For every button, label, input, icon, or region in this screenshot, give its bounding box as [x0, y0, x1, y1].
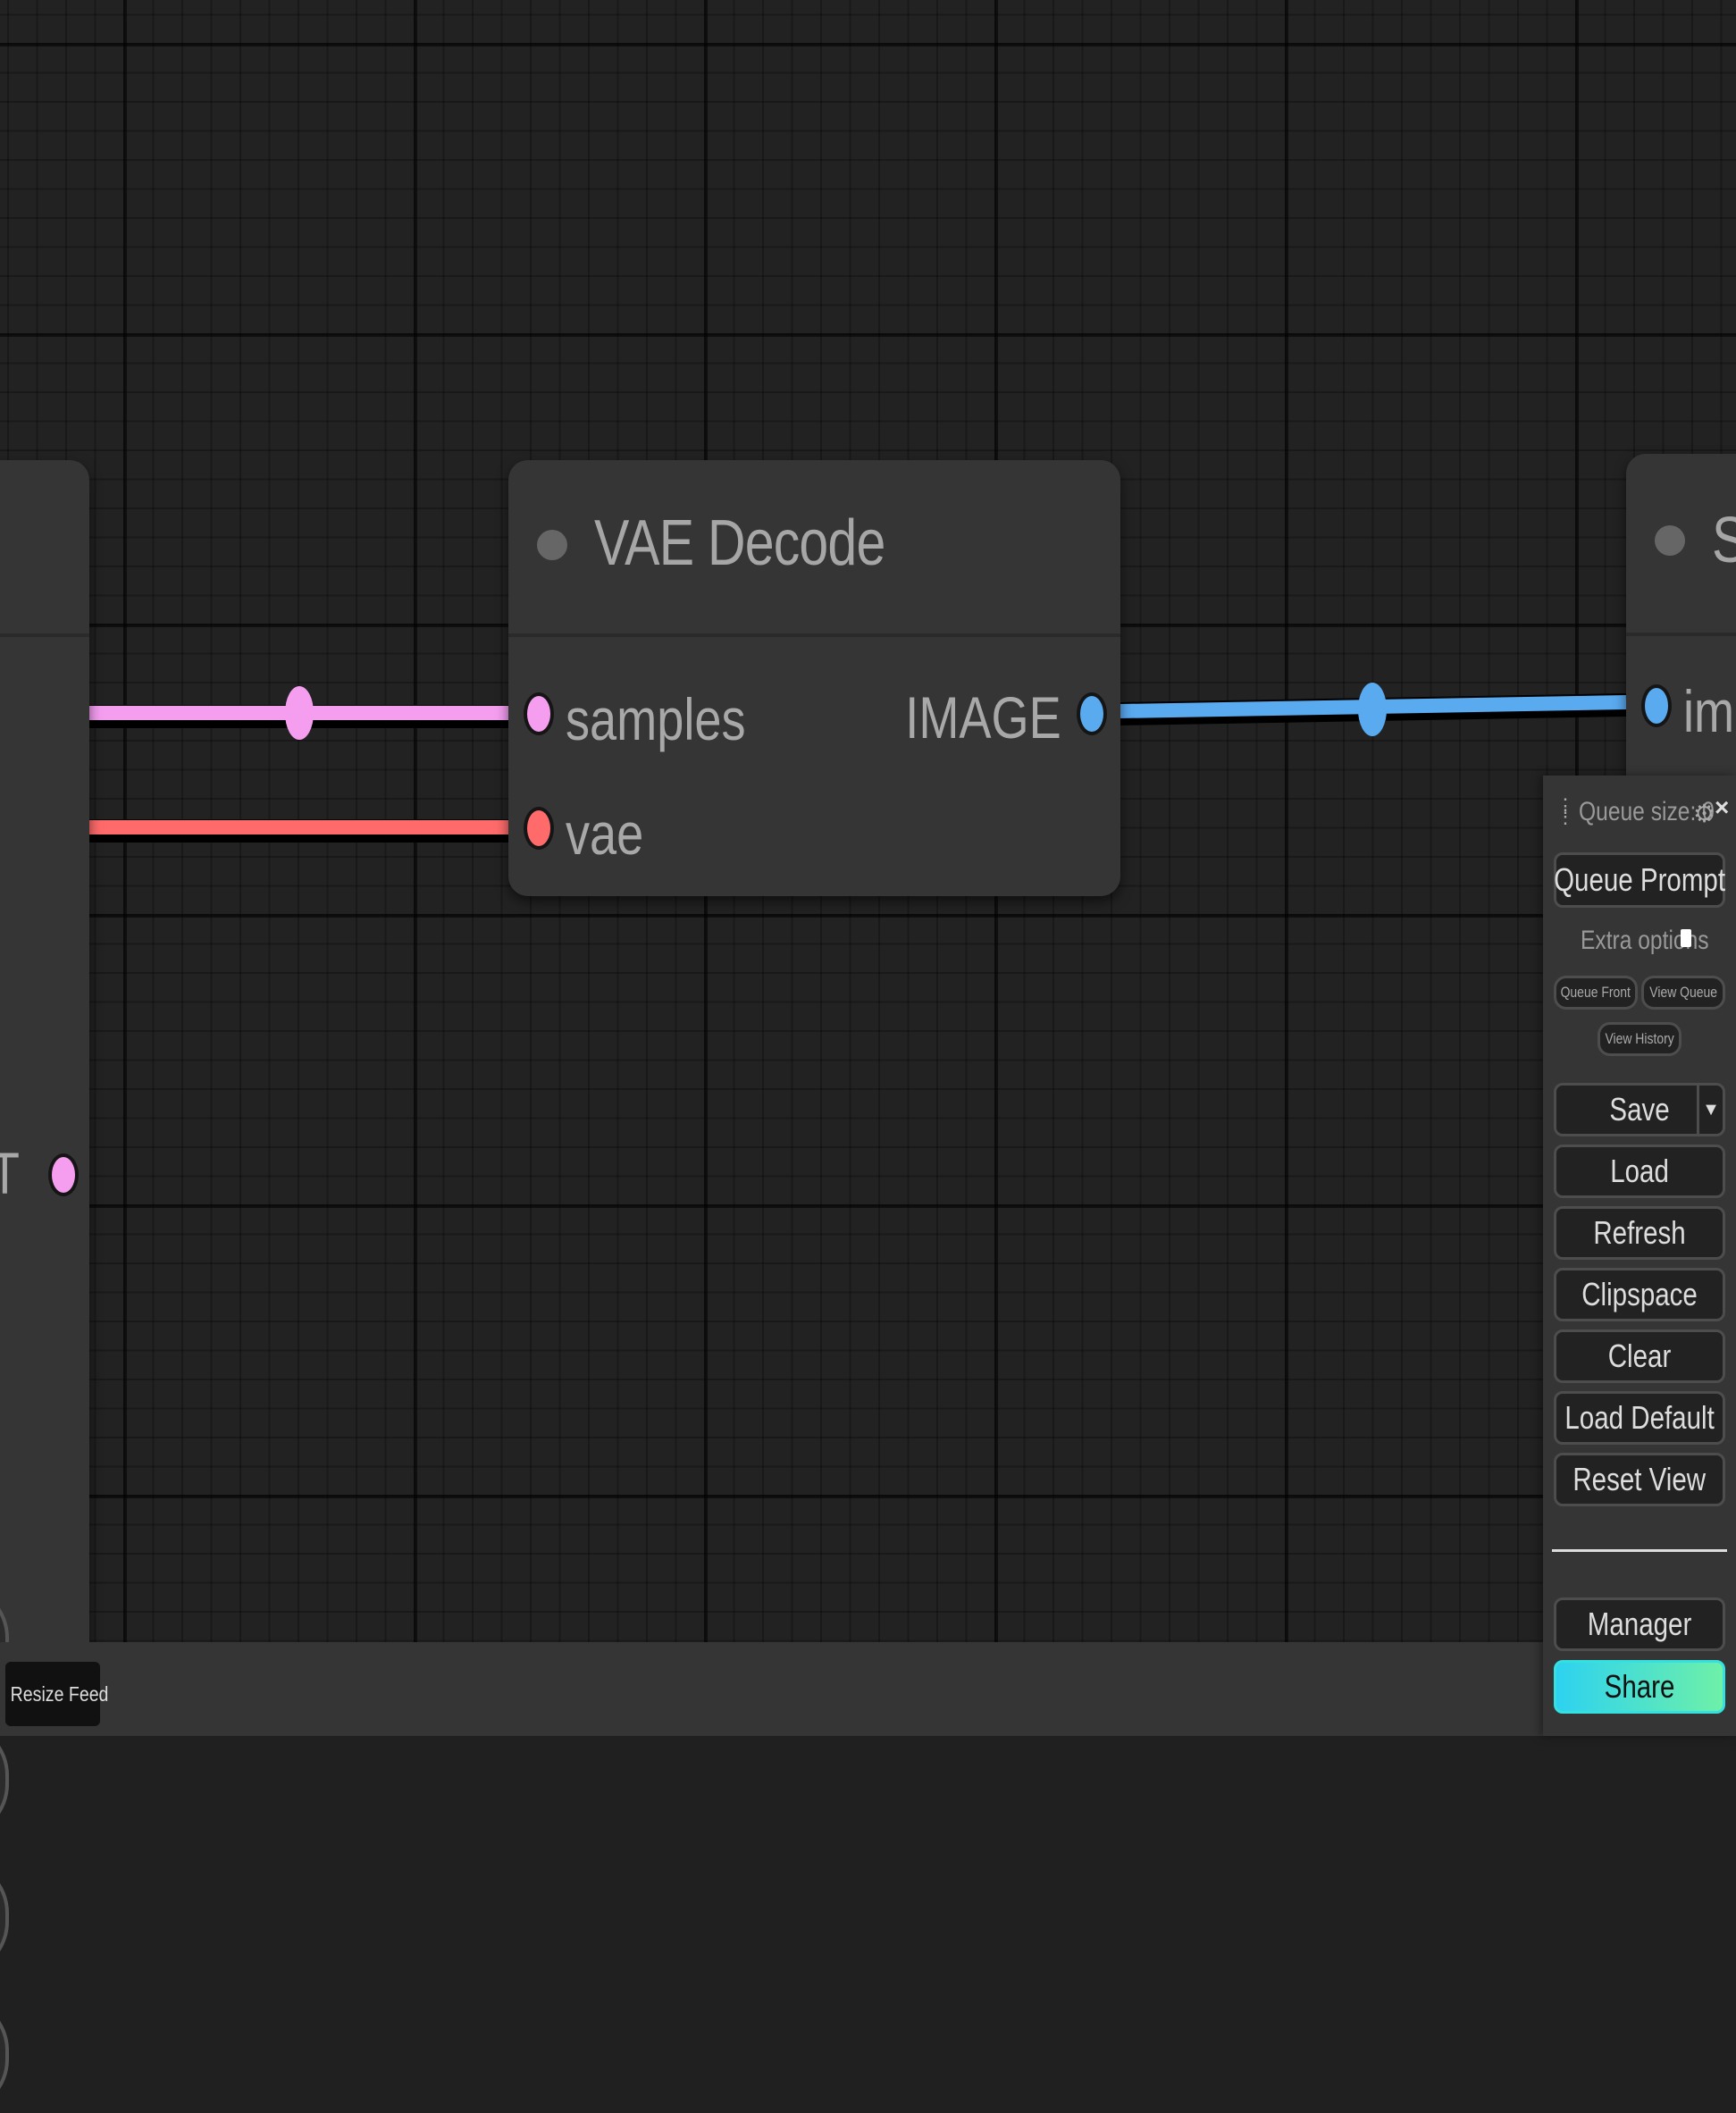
left-node-output-slot[interactable] — [48, 1153, 79, 1196]
manager-label: Manager — [1587, 1606, 1692, 1642]
image-output-slot[interactable] — [1077, 692, 1107, 735]
left-node-title-bar[interactable] — [0, 460, 89, 637]
right-node-title: S — [1712, 504, 1736, 577]
samples-input-slot[interactable] — [524, 692, 554, 735]
refresh-label: Refresh — [1593, 1214, 1686, 1251]
load-default-button[interactable]: Load Default — [1554, 1391, 1725, 1445]
collapse-dot-icon[interactable] — [1655, 525, 1685, 556]
right-node-title-bar[interactable]: S — [1626, 454, 1736, 636]
extra-options-checkbox[interactable] — [1681, 929, 1691, 947]
refresh-button[interactable]: Refresh — [1554, 1206, 1725, 1260]
gear-icon[interactable]: ⚙ — [1693, 799, 1715, 828]
comfy-menu: ⋮ ⋮ Queue size: 0 ⚙ × Queue Prompt Extra … — [1543, 776, 1736, 1736]
queue-front-button[interactable]: Queue Front — [1554, 976, 1638, 1010]
play-arrow-icon — [0, 1759, 9, 1809]
manager-button[interactable]: Manager — [1554, 1597, 1725, 1651]
view-history-button[interactable]: View History — [1598, 1022, 1681, 1056]
samples-input-label: samples — [566, 686, 746, 752]
resize-feed-button[interactable]: ↹ Resize Feed — [5, 1662, 109, 1726]
reset-view-button[interactable]: Reset View — [1554, 1453, 1725, 1506]
node-graph-canvas[interactable]: NT VAE Decode samples vae IMAGE S — [0, 0, 1736, 2113]
node-title: VAE Decode — [594, 507, 885, 579]
play-arrow-icon — [0, 2034, 9, 2084]
save-button[interactable]: Save ▼ — [1554, 1083, 1725, 1136]
vae-decode-node[interactable]: VAE Decode samples vae IMAGE — [508, 460, 1120, 896]
clear-button[interactable]: Clear — [1554, 1329, 1725, 1383]
view-history-label: View History — [1605, 1030, 1674, 1047]
menu-divider — [1552, 1549, 1727, 1552]
menu-header: ⋮ ⋮ Queue size: 0 ⚙ × — [1543, 776, 1736, 856]
share-button[interactable]: Share — [1554, 1660, 1725, 1714]
load-button[interactable]: Load — [1554, 1145, 1725, 1198]
left-node[interactable]: NT — [0, 460, 89, 2113]
load-default-label: Load Default — [1564, 1399, 1715, 1436]
left-node-arrow-button-3[interactable] — [0, 1859, 9, 1975]
collapse-dot-icon[interactable] — [537, 530, 567, 560]
clipspace-label: Clipspace — [1581, 1276, 1698, 1312]
save-dropdown-arrow-icon[interactable]: ▼ — [1697, 1086, 1723, 1134]
drag-handle-icon[interactable]: ⋮ ⋮ — [1556, 796, 1577, 826]
right-node[interactable]: S ima — [1626, 454, 1736, 811]
view-queue-button[interactable]: View Queue — [1641, 976, 1725, 1010]
reset-view-label: Reset View — [1572, 1461, 1707, 1497]
vae-input-label: vae — [566, 801, 644, 867]
vae-input-slot[interactable] — [524, 807, 554, 850]
share-label: Share — [1604, 1668, 1675, 1705]
image-output-label: IMAGE — [905, 684, 1061, 750]
resize-feed-label: Resize Feed — [10, 1681, 109, 1706]
queue-prompt-button[interactable]: Queue Prompt — [1554, 852, 1725, 908]
latent-link-midpoint[interactable] — [285, 686, 314, 740]
close-icon[interactable]: × — [1715, 793, 1729, 822]
left-node-arrow-button-4[interactable] — [0, 1997, 9, 2113]
clear-label: Clear — [1607, 1337, 1672, 1374]
left-node-output-label: NT — [0, 1139, 20, 1207]
image-input-slot[interactable] — [1641, 684, 1672, 727]
vae-decode-title-bar[interactable]: VAE Decode — [508, 460, 1120, 637]
queue-prompt-label: Queue Prompt — [1554, 861, 1725, 898]
image-input-label: ima — [1683, 678, 1736, 744]
bottom-bar — [0, 1642, 1736, 1736]
load-label: Load — [1610, 1153, 1669, 1189]
image-link-midpoint[interactable] — [1358, 683, 1387, 736]
clipspace-button[interactable]: Clipspace — [1554, 1268, 1725, 1321]
save-label: Save — [1609, 1091, 1670, 1128]
queue-front-label: Queue Front — [1560, 984, 1631, 1001]
view-queue-label: View Queue — [1649, 984, 1717, 1001]
left-node-arrow-button-2[interactable] — [0, 1722, 9, 1838]
play-arrow-icon — [0, 1897, 9, 1947]
